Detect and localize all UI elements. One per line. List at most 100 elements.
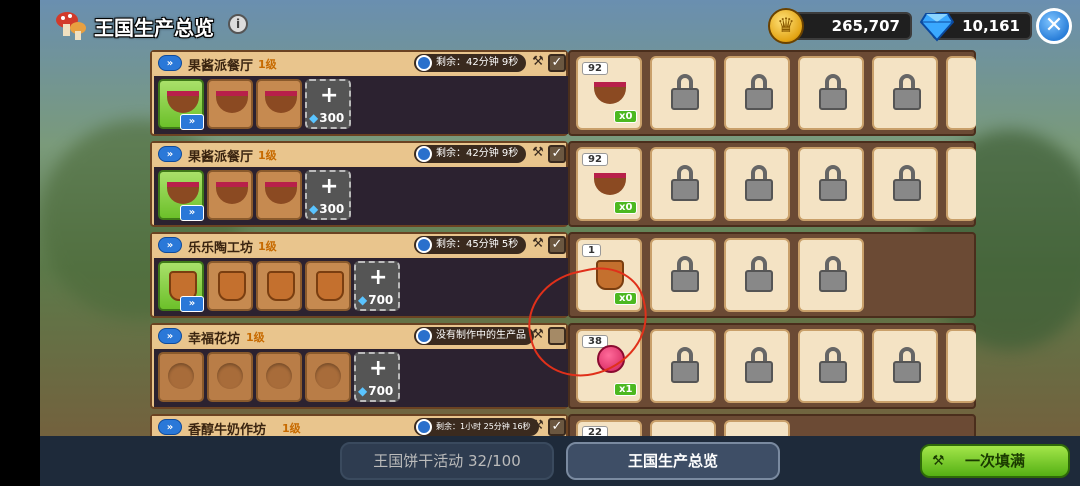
building-level: 1级	[282, 422, 301, 435]
game-screen: 王国生产总览 i 265,707 10,161 ✕ » 果酱派餐厅 1级 剩余：…	[40, 0, 1080, 486]
locked-item[interactable]	[724, 56, 790, 130]
jam-bowl-icon	[216, 91, 248, 113]
speedup-icon[interactable]: »	[180, 296, 204, 312]
expand-icon[interactable]: »	[158, 146, 182, 162]
lock-icon	[669, 347, 701, 383]
row-header: » 果酱派餐厅 1级 剩余：42分钟 9秒 ⚒ ✓	[152, 52, 566, 74]
locked-item[interactable]	[724, 147, 790, 221]
locked-item[interactable]	[650, 420, 716, 436]
production-slots: + 700	[154, 349, 568, 407]
tab-production-overview[interactable]: 王国生产总览	[566, 442, 780, 480]
building-row: » 果酱派餐厅 1级 剩余：42分钟 9秒 ⚒ ✓ » + ◆ 300 92 x…	[150, 141, 976, 227]
locked-item[interactable]	[798, 56, 864, 130]
locked-item[interactable]	[650, 56, 716, 130]
product-item[interactable]: 92 x0	[576, 56, 642, 130]
add-slot-button[interactable]: + 700	[354, 352, 400, 402]
building-level: 1级	[246, 331, 265, 344]
mushroom-icon	[56, 12, 86, 40]
locked-item[interactable]	[650, 147, 716, 221]
status-timer: 剩余：42分钟 9秒	[414, 54, 527, 72]
building-panel: » 幸福花坊 1级 没有制作中的生产品 ⚒ + ◆ 700	[150, 323, 568, 409]
speedup-icon[interactable]: »	[180, 114, 204, 130]
production-list[interactable]: » 果酱派餐厅 1级 剩余：42分钟 9秒 ⚒ ✓ » + ◆ 300 92 x…	[150, 50, 976, 436]
fill-all-label: 一次填满	[964, 452, 1025, 470]
locked-item[interactable]	[724, 420, 790, 436]
select-checkbox[interactable]: ✓	[548, 418, 566, 436]
hammer-icon[interactable]: ⚒	[530, 145, 546, 163]
info-icon[interactable]: i	[228, 14, 248, 34]
locked-item[interactable]	[650, 329, 716, 403]
locked-item[interactable]	[798, 329, 864, 403]
timer-text: 剩余：1小时 25分钟 16秒	[436, 422, 531, 431]
page-title: 王国生产总览	[94, 16, 214, 40]
expand-icon[interactable]: »	[158, 419, 182, 435]
jam-bowl-icon	[594, 173, 626, 195]
slot-active[interactable]: »	[158, 170, 204, 221]
slot-empty[interactable]	[207, 352, 253, 402]
select-checkbox[interactable]: ✓	[548, 145, 566, 163]
locked-item[interactable]	[798, 238, 864, 312]
clock-icon	[416, 55, 432, 71]
slot-queued[interactable]	[207, 261, 253, 311]
lock-icon	[743, 347, 775, 383]
locked-item[interactable]	[872, 56, 938, 130]
plus-icon: +	[320, 174, 339, 199]
locked-item[interactable]	[650, 238, 716, 312]
select-checkbox[interactable]: ✓	[548, 236, 566, 254]
close-button[interactable]: ✕	[1036, 8, 1072, 44]
clay-pot-icon	[316, 271, 344, 301]
slot-empty[interactable]	[256, 352, 302, 402]
locked-item[interactable]	[946, 147, 976, 221]
stock-count: 92	[582, 62, 608, 75]
building-level: 1级	[258, 58, 277, 71]
locked-item[interactable]	[946, 329, 976, 403]
clock-icon	[416, 237, 432, 253]
lock-icon	[669, 256, 701, 292]
locked-item[interactable]	[724, 329, 790, 403]
gem-icon	[920, 13, 954, 42]
row-header: » 香醇牛奶作坊 1级 剩余：1小时 25分钟 16秒 ⚒ ✓	[152, 416, 566, 436]
hammer-icon[interactable]: ⚒	[530, 54, 546, 72]
slot-queued[interactable]	[207, 79, 253, 129]
lock-icon	[891, 74, 923, 110]
jam-bowl-icon	[167, 182, 199, 204]
lock-icon	[891, 165, 923, 201]
fill-all-button[interactable]: ⚒ 一次填满	[920, 444, 1070, 478]
slot-empty[interactable]	[305, 352, 351, 402]
slot-queued[interactable]	[256, 261, 302, 311]
select-checkbox[interactable]: ✓	[548, 54, 566, 72]
locked-item[interactable]	[872, 147, 938, 221]
status-timer: 剩余：42分钟 9秒	[414, 145, 527, 163]
add-slot-button[interactable]: + 300	[305, 79, 351, 129]
clock-icon	[416, 146, 432, 162]
add-slot-button[interactable]: + 300	[305, 170, 351, 220]
tab-kingdom-event[interactable]: 王国饼干活动 32/100	[340, 442, 554, 480]
product-item[interactable]: 92 x0	[576, 147, 642, 221]
slot-queued[interactable]	[305, 261, 351, 311]
storage-panel: 92 x0	[568, 141, 976, 227]
expand-icon[interactable]: »	[158, 328, 182, 344]
hammer-icon[interactable]: ⚒	[530, 236, 546, 254]
product-item[interactable]: 22	[576, 420, 642, 436]
plus-icon: +	[320, 83, 339, 108]
jam-bowl-icon	[594, 82, 626, 104]
clay-pot-icon	[218, 271, 246, 301]
slot-active[interactable]: »	[158, 261, 204, 312]
add-slot-button[interactable]: + 700	[354, 261, 400, 311]
expand-icon[interactable]: »	[158, 55, 182, 71]
locked-item[interactable]	[724, 238, 790, 312]
slot-empty[interactable]	[158, 352, 204, 402]
slot-queued[interactable]	[256, 170, 302, 220]
expand-icon[interactable]: »	[158, 237, 182, 253]
speedup-icon[interactable]: »	[180, 205, 204, 221]
locked-item[interactable]	[872, 329, 938, 403]
slot-cost: 700	[358, 293, 393, 307]
slot-queued[interactable]	[256, 79, 302, 129]
storage-panel: 22	[568, 414, 976, 436]
locked-item[interactable]	[946, 56, 976, 130]
storage-panel: 92 x0	[568, 50, 976, 136]
locked-item[interactable]	[798, 147, 864, 221]
hammer-icon[interactable]: ⚒	[530, 418, 546, 436]
slot-queued[interactable]	[207, 170, 253, 220]
slot-active[interactable]: »	[158, 79, 204, 130]
